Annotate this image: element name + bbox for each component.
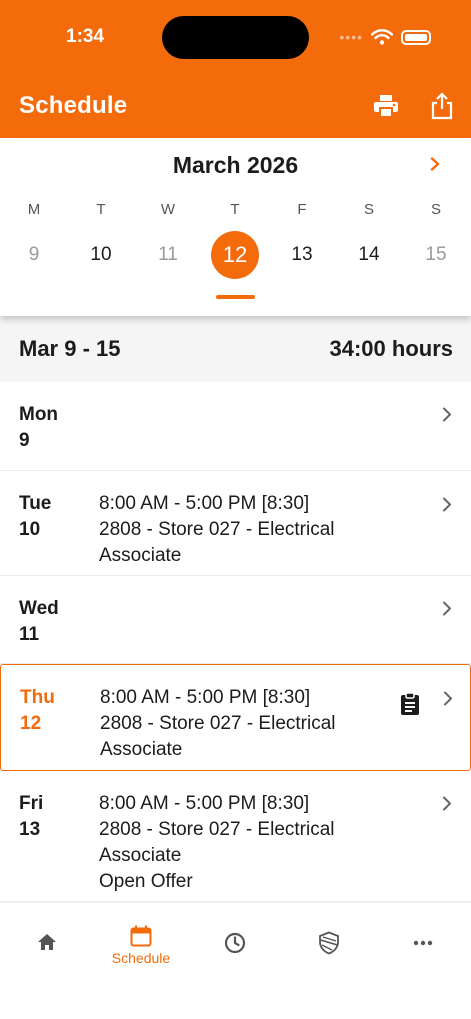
calendar-day[interactable]: 9 [10,231,58,279]
clipboard-icon[interactable] [398,692,422,716]
schedule-row-mon[interactable]: Mon 9 [0,382,471,471]
chevron-right-icon [443,601,451,615]
shift-details: 8:00 AM - 5:00 PM [8:30] 2808 - Store 02… [99,791,335,895]
row-day-label: Tue 10 [19,491,51,543]
cellular-signal-icon: •••• [339,29,363,45]
row-date: 9 [19,430,30,451]
weekday-label: F [297,201,307,218]
tab-schedule-label: Schedule [111,950,171,966]
wifi-icon [371,29,393,45]
row-date: 10 [19,519,41,540]
shift-role: Associate [99,845,182,866]
schedule-row-fri[interactable]: Fri 13 8:00 AM - 5:00 PM [8:30] 2808 - S… [0,771,471,902]
schedule-row-tue[interactable]: Tue 10 8:00 AM - 5:00 PM [8:30] 2808 - S… [0,471,471,576]
row-chevron [439,405,455,423]
row-date: 12 [20,713,42,734]
row-chevron [439,495,455,513]
more-icon [413,940,433,946]
row-chevron [439,599,455,617]
clock-icon [224,932,246,954]
week-summary: Mar 9 - 15 34:00 hours [0,316,471,382]
weekday-label: S [430,201,441,218]
status-time: 1:34 [66,26,105,47]
row-day-label: Fri 13 [19,791,43,843]
home-icon [38,934,56,950]
row-chevron [439,794,455,812]
weekday-label: T [96,201,106,218]
chevron-right-icon [443,796,451,810]
row-weekday: Fri [19,793,44,814]
chevron-right-icon [430,157,440,171]
week-calendar: March 2026 M T W T F S S 9 10 11 12 13 1… [0,138,471,316]
tab-schedule[interactable]: Schedule [101,925,181,966]
tab-home[interactable] [7,933,87,951]
dynamic-island [162,16,309,59]
row-weekday: Mon [19,404,59,425]
print-icon [374,95,398,118]
tab-time-clock[interactable] [195,932,275,954]
week-hours-total: 34:00 hours [329,336,454,361]
shift-role: Associate [99,545,182,566]
chevron-right-icon [443,497,451,511]
shift-note: Open Offer [99,871,193,892]
shift-job: 2808 - Store 027 - Electrical [100,713,336,734]
shift-details: 8:00 AM - 5:00 PM [8:30] 2808 - Store 02… [100,685,336,763]
weekday-label: T [230,201,240,218]
weekday-label: W [160,201,176,218]
share-button[interactable] [428,92,456,120]
row-day-label: Mon 9 [19,402,58,454]
row-weekday: Thu [20,687,55,708]
week-range: Mar 9 - 15 [19,336,121,361]
tab-benefits[interactable] [289,931,369,955]
shift-time: 8:00 AM - 5:00 PM [8:30] [100,687,311,708]
month-label: March 2026 [172,152,299,178]
calendar-day[interactable]: 10 [77,231,125,279]
row-date: 13 [19,819,41,840]
schedule-row-thu[interactable]: Thu 12 8:00 AM - 5:00 PM [8:30] 2808 - S… [0,664,471,771]
row-day-label: Wed 11 [19,596,59,648]
shift-time: 8:00 AM - 5:00 PM [8:30] [99,793,310,814]
calendar-day[interactable]: 11 [144,231,192,279]
row-weekday: Tue [19,493,52,514]
selected-day-indicator [216,295,255,299]
calendar-icon [130,925,152,947]
calendar-day[interactable]: 15 [412,231,460,279]
weekday-label: S [363,201,374,218]
row-date: 11 [19,624,40,645]
weekday-label: M [27,201,41,218]
row-chevron [440,689,456,707]
calendar-day[interactable]: 14 [345,231,393,279]
row-weekday: Wed [19,598,59,619]
shift-time: 8:00 AM - 5:00 PM [8:30] [99,493,310,514]
tab-more[interactable] [383,940,463,946]
next-month-button[interactable] [424,152,446,176]
battery-icon [401,29,431,45]
chevron-right-icon [444,691,452,705]
status-indicators: •••• [339,29,431,45]
shift-role: Associate [100,739,183,760]
shield-icon [319,931,339,955]
bottom-tab-bar: Schedule [0,902,471,1019]
chevron-right-icon [443,407,451,421]
calendar-day[interactable]: 13 [278,231,326,279]
schedule-row-wed[interactable]: Wed 11 [0,576,471,664]
row-day-label: Thu 12 [20,685,55,737]
shift-job: 2808 - Store 027 - Electrical [99,519,335,540]
share-icon [431,92,453,120]
shift-job: 2808 - Store 027 - Electrical [99,819,335,840]
app-header: 1:34 •••• Schedule [0,0,471,138]
page-title: Schedule [19,92,128,119]
shift-details: 8:00 AM - 5:00 PM [8:30] 2808 - Store 02… [99,491,335,569]
print-button[interactable] [372,92,400,120]
calendar-day-selected[interactable]: 12 [211,231,259,279]
